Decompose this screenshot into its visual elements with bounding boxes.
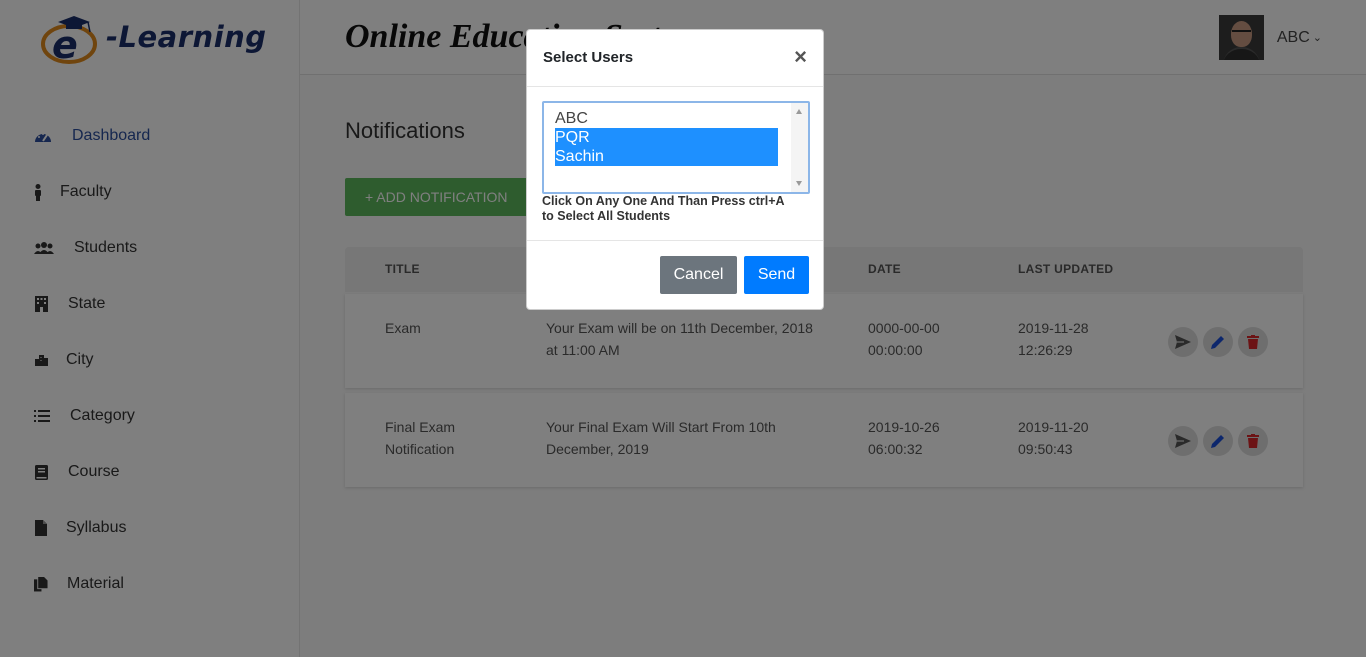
scroll-up-icon[interactable]: [796, 109, 802, 114]
send-submit-button[interactable]: Send: [744, 256, 809, 294]
select-users-modal: Select Users × ABC PQR Sachin Click On A…: [526, 29, 824, 310]
users-multiselect[interactable]: ABC PQR Sachin: [542, 101, 810, 194]
modal-title: Select Users: [543, 49, 634, 66]
option-sachin[interactable]: Sachin: [555, 147, 778, 166]
modal-divider: [527, 240, 823, 241]
option-pqr[interactable]: PQR: [555, 128, 778, 147]
listbox-scrollbar[interactable]: [791, 103, 808, 192]
close-icon[interactable]: ×: [794, 46, 807, 68]
selection-hint: Click On Any One And Than Press ctrl+A t…: [542, 194, 785, 223]
cancel-button[interactable]: Cancel: [660, 256, 737, 294]
option-abc[interactable]: ABC: [544, 109, 778, 128]
modal-header: Select Users ×: [527, 30, 823, 87]
scroll-down-icon[interactable]: [796, 181, 802, 186]
